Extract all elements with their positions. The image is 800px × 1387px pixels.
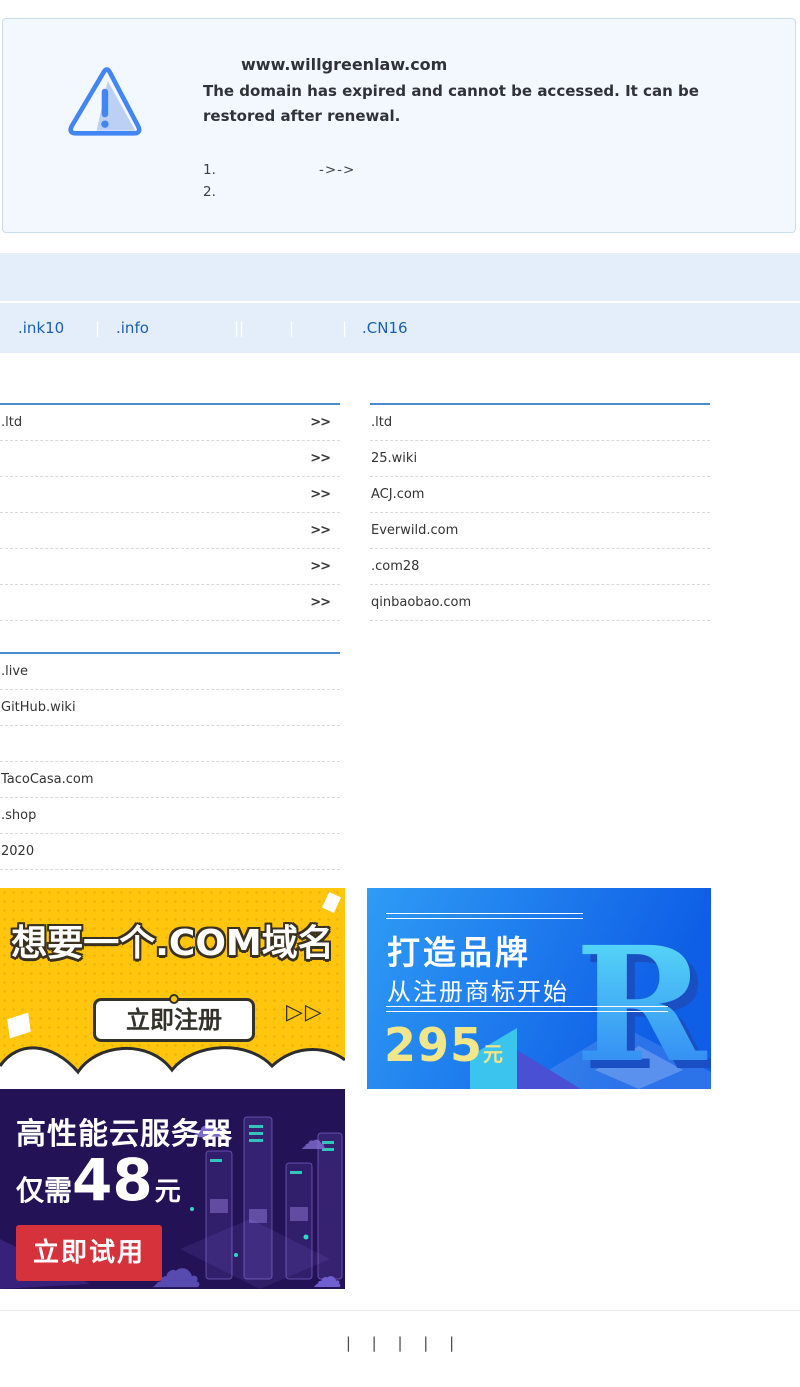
price-unit: 元 (483, 1042, 503, 1066)
domain-list-right: .ltd 25.wiki ACJ.com Everwild.com .com28… (370, 403, 710, 621)
ad-banner-cloud-server[interactable]: ☁ ☁ ☁ ☁ 高性能云服务器 仅需 48 元 立即试用 (0, 1089, 345, 1289)
domain-label: .live (0, 664, 28, 679)
page: www.willgreenlaw.com The domain has expi… (0, 0, 800, 1387)
svg-text:☁: ☁ (300, 1126, 326, 1156)
header-band (0, 253, 800, 301)
list-item[interactable]: qinbaobao.com (370, 585, 710, 621)
domain-label: 25.wiki (370, 451, 417, 466)
list-item[interactable]: 2020 (0, 834, 340, 870)
list-item[interactable]: TacoCasa.com (0, 762, 340, 798)
list-item[interactable] (0, 726, 340, 762)
svg-text:R: R (575, 913, 708, 1089)
nav-item-ink10[interactable]: .ink10 (18, 303, 64, 353)
list-item[interactable]: >> (0, 549, 340, 585)
double-line-decoration (386, 1006, 668, 1012)
list-item[interactable]: .ltd (370, 405, 710, 441)
domain-label: qinbaobao.com (370, 595, 471, 610)
warning-triangle-icon (58, 59, 150, 147)
domain-label: .shop (0, 808, 36, 823)
nav-separator: | (289, 303, 294, 353)
price: 295元 (384, 1018, 503, 1072)
ad-banner-com-domain[interactable]: 想要一个.COM域名 立即注册 ▷▷ (0, 888, 345, 1088)
domain-label: .ltd (370, 415, 392, 430)
double-line-decoration (386, 913, 583, 919)
price-unit: 元 (155, 1171, 181, 1208)
cloud-scallop-decoration (0, 1036, 345, 1088)
register-now-label: 立即注册 (126, 1006, 222, 1034)
nav-item-info[interactable]: .info (116, 303, 149, 353)
paper-scrap-decoration (7, 1013, 31, 1039)
list-item[interactable]: .ltd >> (0, 405, 340, 441)
nav-item-cn16[interactable]: .CN16 (362, 303, 408, 353)
try-now-button[interactable]: 立即试用 (16, 1225, 162, 1281)
ad-banner-trademark[interactable]: R R 打造品牌 从注册商标开始 295元 (367, 888, 711, 1089)
double-arrow-icon: >> (310, 595, 340, 610)
domain-label: Everwild.com (370, 523, 458, 538)
price: 仅需 48 元 (16, 1151, 181, 1209)
domain-label: .ltd (0, 415, 22, 430)
nav-separator: | (342, 303, 347, 353)
list-item[interactable]: .com28 (370, 549, 710, 585)
list-item[interactable]: .shop (0, 798, 340, 834)
domain-expired-notice: www.willgreenlaw.com The domain has expi… (2, 18, 796, 233)
list-item[interactable]: >> (0, 513, 340, 549)
price-prefix: 仅需 (16, 1169, 72, 1209)
price-value: 48 (72, 1151, 153, 1209)
list-item[interactable]: 25.wiki (370, 441, 710, 477)
paper-scrap-decoration (322, 892, 341, 913)
price-value: 295 (384, 1018, 483, 1072)
ad-subtitle: 从注册商标开始 (387, 972, 569, 1007)
domain-list-left: .ltd >> >> >> >> >> >> (0, 403, 340, 621)
footer-link-separators: | | | | | (0, 1334, 800, 1352)
notice-instructions: 1. ->-> 2. (203, 159, 355, 203)
list-text: ->-> (319, 159, 355, 181)
expired-message: The domain has expired and cannot be acc… (203, 79, 743, 129)
nav-separator: | (239, 303, 244, 353)
list-item[interactable]: .live (0, 654, 340, 690)
domain-list-left-2: .live GitHub.wiki TacoCasa.com .shop 202… (0, 652, 340, 870)
double-arrow-icon: >> (310, 487, 340, 502)
list-item[interactable]: GitHub.wiki (0, 690, 340, 726)
double-arrow-icon: >> (310, 523, 340, 538)
double-triangle-arrow-icon: ▷▷ (286, 1000, 324, 1025)
list-item[interactable]: Everwild.com (370, 513, 710, 549)
notice-instruction-2: 2. (203, 181, 355, 203)
svg-text:☁: ☁ (312, 1260, 342, 1289)
expired-domain-name: www.willgreenlaw.com (241, 55, 447, 74)
nav-separator: | (95, 303, 100, 353)
list-item[interactable]: >> (0, 441, 340, 477)
footer-divider (0, 1310, 800, 1311)
domain-label: GitHub.wiki (0, 700, 76, 715)
notice-instruction-1: 1. ->-> (203, 159, 355, 181)
domain-label: ACJ.com (370, 487, 424, 502)
domain-label: 2020 (0, 844, 34, 859)
domain-label: TacoCasa.com (0, 772, 94, 787)
button-dot-decoration (169, 994, 179, 1004)
double-arrow-icon: >> (310, 451, 340, 466)
nav-bar: .ink10 | .info | | | | .CN16 (0, 303, 800, 353)
double-arrow-icon: >> (310, 415, 340, 430)
double-arrow-icon: >> (310, 559, 340, 574)
ad-title: 打造品牌 (387, 926, 531, 974)
list-item[interactable]: >> (0, 477, 340, 513)
domain-label: .com28 (370, 559, 419, 574)
ad-title: 想要一个.COM域名 (0, 914, 345, 966)
list-item[interactable]: ACJ.com (370, 477, 710, 513)
list-number: 2. (203, 181, 221, 203)
list-item[interactable]: >> (0, 585, 340, 621)
list-number: 1. (203, 159, 221, 181)
